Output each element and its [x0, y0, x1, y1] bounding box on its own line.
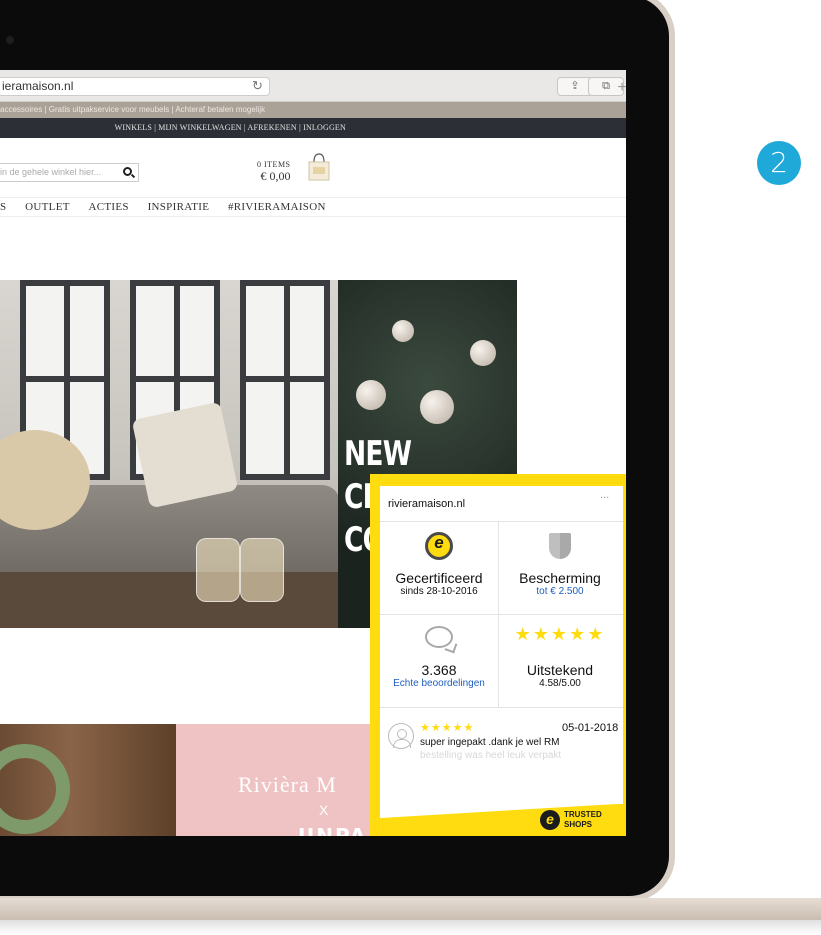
rating-label: Uitstekend: [526, 662, 594, 678]
logo-line: TRUSTED: [564, 810, 602, 819]
divider: [380, 521, 623, 522]
reviews-link[interactable]: Echte beoordelingen: [380, 678, 498, 689]
pink-banner-title: Rivièra M: [238, 772, 337, 797]
nav-item-truncated[interactable]: S: [0, 201, 6, 213]
cart-total: € 0,00: [260, 169, 291, 183]
main-navigation: S OUTLET ACTIES INSPIRATIE #RIVIERAMAISO…: [0, 197, 626, 217]
nav-item-outlet[interactable]: OUTLET: [25, 201, 70, 213]
tabs-icon: ⧉: [602, 80, 610, 92]
trusted-shops-seal-icon: [425, 532, 453, 560]
address-bar[interactable]: ieramaison.nl: [0, 77, 270, 96]
ornament: [392, 320, 414, 342]
review-stars: ★★★★★: [420, 722, 475, 734]
rating-stars: ★★★★★: [514, 624, 606, 644]
reviews-cell[interactable]: 3.368 Echte beoordelingen: [380, 662, 498, 689]
ornament: [356, 380, 386, 410]
rating-score: 4.58/5.00: [539, 678, 581, 689]
rating-cell: Uitstekend 4.58/5.00: [501, 662, 619, 689]
ornament: [470, 340, 496, 366]
protection-amount[interactable]: tot € 2.500: [501, 586, 619, 597]
logo-line: SHOPS: [564, 820, 593, 829]
review-date: 05-01-2018: [562, 722, 619, 734]
ts-domain: rivieramaison.nl: [388, 498, 466, 510]
trusted-shops-logo-icon: e: [540, 810, 560, 830]
reviews-count: 3.368: [421, 662, 457, 678]
candle-jar: [196, 538, 240, 602]
pink-banner-x: X: [319, 802, 329, 818]
shield-icon: [549, 533, 571, 559]
nav-item-acties[interactable]: ACTIES: [89, 201, 129, 213]
chat-bubble-icon: [425, 626, 453, 648]
reload-icon[interactable]: ↻: [252, 78, 263, 93]
hero-pillow: [131, 401, 239, 509]
certified-since: sinds 28-10-2016: [400, 586, 478, 597]
hero-table: [0, 572, 340, 628]
nav-item-inspiratie[interactable]: INSPIRATIE: [148, 201, 210, 213]
laptop-base-shadow: [0, 920, 821, 935]
camera-icon: [6, 36, 14, 44]
certified-cell: Gecertificeerd sinds 28-10-2016: [380, 570, 498, 597]
wreath-image: [0, 744, 70, 834]
trusted-shops-logo-text: TRUSTED SHOPS: [564, 810, 602, 830]
mini-cart[interactable]: 0 ITEMS € 0,00: [257, 160, 291, 184]
certified-title: Gecertificeerd: [395, 570, 483, 586]
search-input[interactable]: in de gehele winkel hier...: [0, 163, 139, 182]
trusted-shops-widget[interactable]: rivieramaison.nl ... Gecertificeerd sind…: [370, 474, 626, 836]
search-placeholder: in de gehele winkel hier...: [0, 167, 102, 177]
browser-screen: ieramaison.nl ↻ ⇪ ⧉ + accessoires | Grat…: [0, 70, 626, 836]
divider: [380, 707, 623, 708]
browser-toolbar: ieramaison.nl ↻ ⇪ ⧉ +: [0, 70, 626, 102]
protection-title: Bescherming: [519, 570, 601, 586]
review-text-faded: bestelling was heel leuk verpakt: [420, 750, 562, 761]
cart-items-count: 0 ITEMS: [257, 160, 291, 169]
wreath-banner[interactable]: [0, 724, 176, 836]
promo-bar-text: accessoires | Gratis uitpakservice voor …: [0, 105, 266, 114]
laptop-base: [0, 898, 821, 920]
hero-window: [240, 280, 330, 480]
review-text: super ingepakt .dank je wel RM: [420, 737, 560, 748]
account-links[interactable]: WINKELS | MIJN WINKELWAGEN | AFREKENEN |…: [115, 123, 346, 132]
plus-icon[interactable]: +: [612, 78, 626, 98]
protection-cell[interactable]: Bescherming tot € 2.500: [501, 570, 619, 597]
divider: [380, 614, 623, 615]
trusted-shops-card: rivieramaison.nl ... Gecertificeerd sind…: [380, 486, 623, 804]
pink-banner-subtitle: UNPA: [298, 824, 368, 836]
promo-bar: accessoires | Gratis uitpakservice voor …: [0, 102, 626, 118]
account-links-bar: WINKELS | MIJN WINKELWAGEN | AFREKENEN |…: [0, 118, 626, 138]
candle-jar: [240, 538, 284, 602]
more-options-icon[interactable]: ...: [600, 489, 609, 501]
address-bar-text: ieramaison.nl: [2, 79, 74, 93]
share-icon: ⇪: [570, 80, 580, 92]
step-number-badge: 2: [757, 141, 801, 185]
search-icon[interactable]: [123, 167, 132, 176]
divider: [498, 521, 499, 707]
stage: ieramaison.nl ↻ ⇪ ⧉ + accessoires | Grat…: [0, 0, 821, 935]
reviewer-avatar-icon: [388, 723, 414, 749]
nav-item-rivieramaison[interactable]: #RIVIERAMAISON: [228, 201, 326, 213]
hero-headline-line: NEW: [344, 434, 412, 474]
shopping-bag-icon[interactable]: [302, 152, 336, 182]
trusted-shops-logo[interactable]: e TRUSTED SHOPS: [540, 808, 620, 834]
ornament: [420, 390, 454, 424]
